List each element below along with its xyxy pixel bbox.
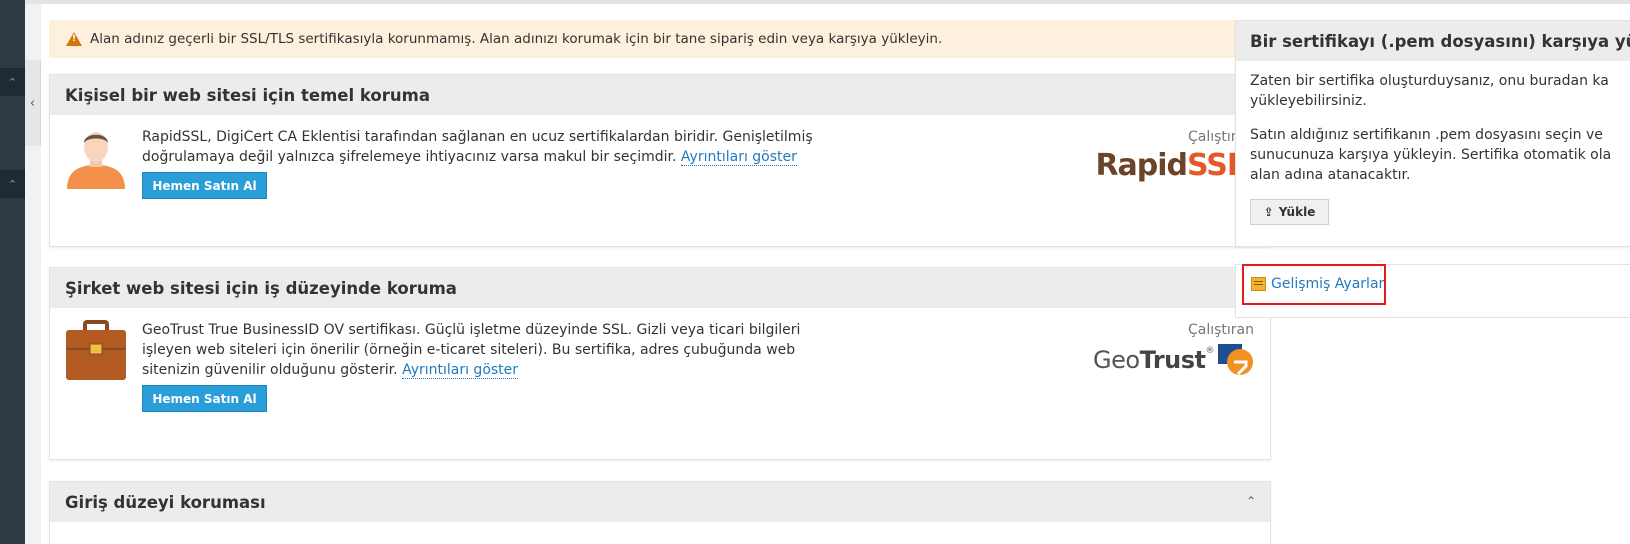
settings-list-icon: [1251, 277, 1266, 291]
card-title: Giriş düzeyi koruması: [65, 492, 266, 512]
product-card-geotrust: Şirket web sitesi için iş düzeyinde koru…: [49, 267, 1271, 460]
logo-part-a: Geo: [1093, 346, 1140, 374]
product-card-rapidssl: Kişisel bir web sitesi için temel koruma…: [49, 74, 1271, 247]
geotrust-logo: GeoTrust®: [1093, 344, 1254, 376]
briefcase-icon: [66, 320, 126, 380]
card-title: Kişisel bir web sitesi için temel koruma: [65, 85, 430, 105]
panel-title: Bir sertifikayı (.pem dosyasını) karşıya…: [1236, 21, 1630, 61]
card-header[interactable]: Şirket web sitesi için iş düzeyinde koru…: [50, 268, 1270, 308]
sidebar-chevron-up-icon[interactable]: ⌃: [0, 170, 25, 198]
panel-text: sunucunuza karşıya yükleyin. Sertifika o…: [1250, 147, 1612, 163]
collapse-sidebar-button[interactable]: ‹: [25, 60, 41, 146]
chevron-left-icon: ‹: [29, 95, 36, 111]
product-card-entry-level: Giriş düzeyi koruması ⌃: [49, 481, 1271, 544]
panel-text: Zaten bir sertifika oluşturduysanız, onu…: [1250, 73, 1609, 89]
card-header[interactable]: Giriş düzeyi koruması ⌃: [50, 482, 1270, 522]
card-header[interactable]: Kişisel bir web sitesi için temel koruma…: [50, 75, 1270, 115]
provider-label: Çalıştıran: [1187, 322, 1254, 338]
panel-text: Satın aldığınız sertifikanın .pem dosyas…: [1250, 127, 1603, 143]
upload-label: Yükle: [1278, 205, 1316, 219]
product-description: RapidSSL, DigiCert CA Eklentisi tarafınd…: [142, 127, 842, 167]
buy-now-button[interactable]: Hemen Satın Al: [142, 172, 267, 199]
top-divider: [25, 0, 1630, 4]
upload-certificate-panel: Bir sertifikayı (.pem dosyasını) karşıya…: [1235, 20, 1630, 247]
ssl-warning-alert: Alan adınız geçerli bir SSL/TLS sertifik…: [49, 20, 1271, 58]
upload-icon: ⇪: [1263, 205, 1274, 219]
product-description: GeoTrust True BusinessID OV sertifikası.…: [142, 320, 842, 380]
person-avatar-icon: [67, 132, 125, 189]
advanced-settings-label: Gelişmiş Ayarlar: [1271, 276, 1385, 292]
geotrust-mark-icon: [1218, 344, 1253, 376]
alert-text: Alan adınız geçerli bir SSL/TLS sertifik…: [90, 31, 943, 47]
logo-reg: ®: [1205, 346, 1215, 356]
card-title: Şirket web sitesi için iş düzeyinde koru…: [65, 278, 457, 298]
panel-text: yükleyebilirsiniz.: [1250, 93, 1367, 109]
show-details-link[interactable]: Ayrıntıları göster: [402, 362, 519, 379]
panel-text: alan adına atanacaktır.: [1250, 167, 1411, 183]
buy-now-button[interactable]: Hemen Satın Al: [142, 385, 267, 412]
sidebar: ⌃ ⌃: [0, 0, 25, 544]
sidebar-chevron-up-icon[interactable]: ⌃: [0, 68, 25, 96]
rapidssl-logo: RapidSSL®: [1095, 148, 1255, 183]
upload-button[interactable]: ⇪ Yükle: [1250, 199, 1329, 225]
show-details-link[interactable]: Ayrıntıları göster: [680, 149, 797, 166]
warning-icon: [66, 32, 82, 46]
advanced-settings-link[interactable]: Gelişmiş Ayarlar: [1251, 276, 1384, 292]
chevron-up-icon[interactable]: ⌃: [1246, 494, 1256, 508]
logo-part-a: Rapid: [1095, 148, 1188, 183]
logo-part-b: Trust: [1139, 346, 1206, 374]
